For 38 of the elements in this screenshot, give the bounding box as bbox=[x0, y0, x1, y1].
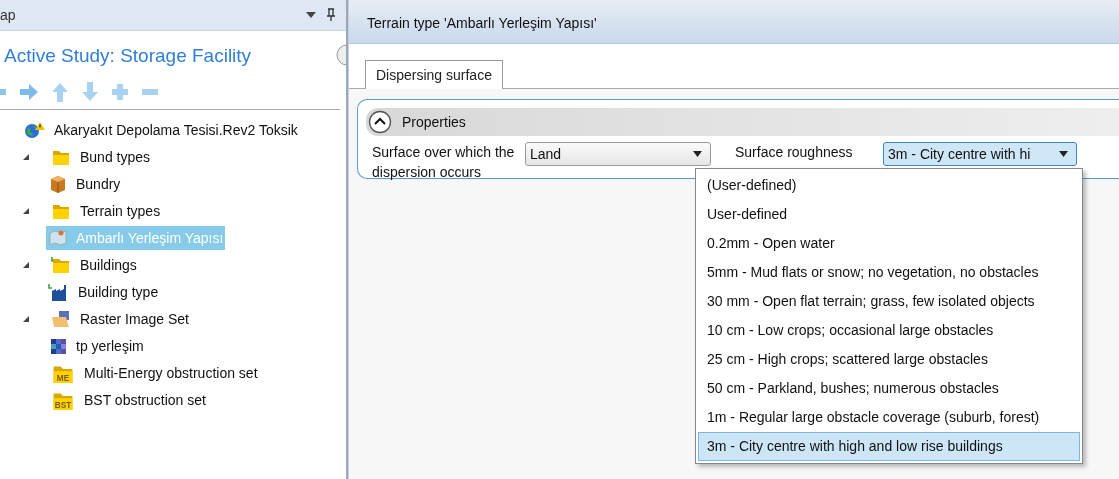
dropdown-option[interactable]: 1m - Regular large obstacle coverage (suburb, forest) bbox=[698, 403, 1080, 432]
box-icon bbox=[48, 174, 68, 193]
dropdown-option[interactable]: 25 cm - High crops; scattered large obstacles bbox=[698, 345, 1080, 374]
tree-item[interactable]: ME Multi-Energy obstruction set bbox=[48, 360, 260, 385]
tree-item[interactable]: Akaryakıt Depolama Tesisi.Rev2 Toksik bbox=[22, 117, 300, 142]
tree-item[interactable]: Building type bbox=[46, 279, 161, 304]
pin-icon[interactable] bbox=[326, 8, 336, 22]
map-icon bbox=[48, 228, 68, 247]
tree-item[interactable]: Buildings bbox=[48, 252, 139, 277]
dropdown-option[interactable]: User-defined bbox=[698, 200, 1080, 229]
dropdown-option[interactable]: 30 mm - Open flat terrain; grass, few isolated objects bbox=[698, 287, 1080, 316]
dropdown[interactable]: 3m - City centre with hi bbox=[883, 142, 1077, 166]
tree-item[interactable]: Raster Image Set bbox=[48, 306, 191, 331]
pane-title: ap bbox=[0, 7, 16, 23]
grid-icon bbox=[48, 336, 68, 355]
dropdown-option[interactable]: 50 cm - Parkland, bushes; numerous obstacles bbox=[698, 374, 1080, 403]
dropdown-option[interactable]: 3m - City centre with high and low rise buildings bbox=[698, 432, 1080, 461]
tree-item[interactable]: tp yerleşim bbox=[46, 333, 146, 358]
field-label: Surface over which the dispersion occurs bbox=[372, 143, 516, 182]
caret-icon bbox=[693, 151, 702, 157]
dropdown-option[interactable]: 10 cm - Low crops; occasional large obstacles bbox=[698, 316, 1080, 345]
dropdown[interactable]: Land bbox=[525, 142, 711, 166]
caret-icon bbox=[1059, 151, 1068, 157]
tree-item[interactable]: Terrain types bbox=[48, 198, 163, 223]
field-label: Surface roughness bbox=[735, 143, 854, 162]
tree-item[interactable]: BST BST obstruction set bbox=[48, 387, 208, 412]
group-title: Properties bbox=[402, 114, 466, 130]
collapse-icon[interactable] bbox=[368, 110, 392, 134]
tree-item[interactable]: Bund types bbox=[48, 144, 153, 169]
dropdown-icon[interactable] bbox=[306, 12, 316, 18]
image-folder-icon bbox=[50, 309, 72, 328]
tab[interactable]: Dispersing surface bbox=[365, 60, 503, 89]
editor-title: Terrain type 'Ambarlı Yerleşim Yapısı' bbox=[349, 0, 1119, 44]
study-heading: Active Study: Storage Facility bbox=[4, 45, 252, 67]
dropdown-option[interactable]: (User-defined) bbox=[698, 171, 1080, 200]
dropdown-option[interactable]: 0.2mm - Open water bbox=[698, 229, 1080, 258]
tree-item[interactable]: Bundry bbox=[46, 171, 123, 196]
dropdown-option[interactable]: 5mm - Mud flats or snow; no vegetation, no obstacles bbox=[698, 258, 1080, 287]
